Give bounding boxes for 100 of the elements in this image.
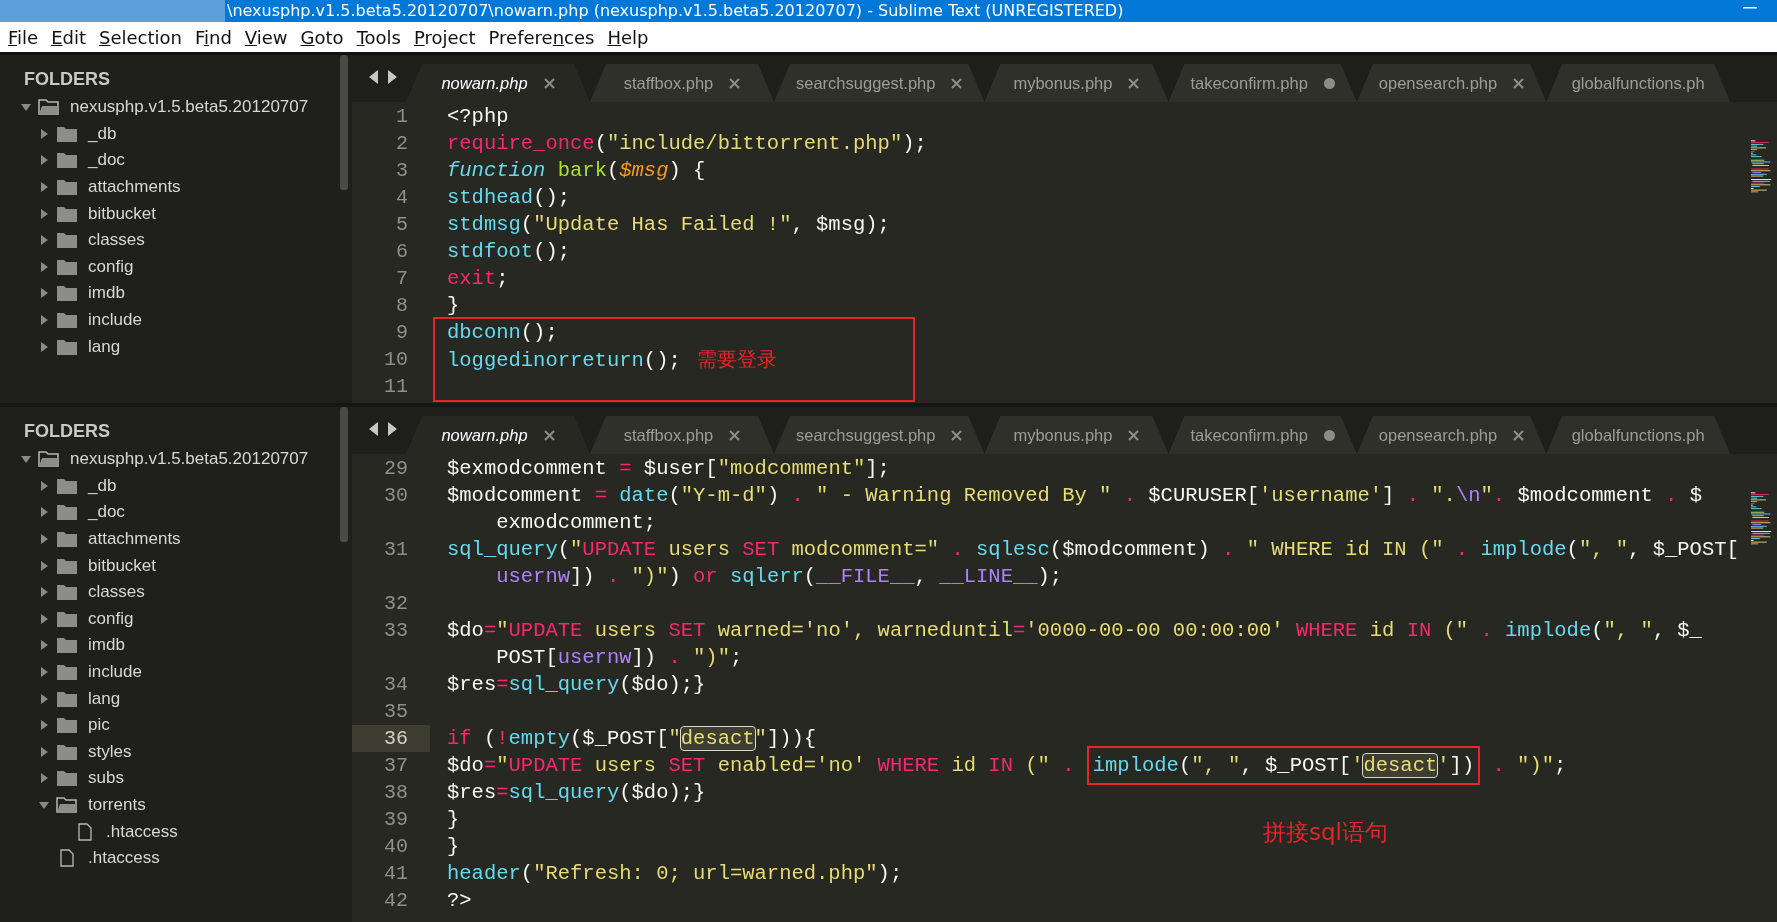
line-number: 39 bbox=[383, 807, 409, 833]
annotation-box: implode(", ", $_POST['desact']) bbox=[1086, 746, 1481, 785]
tab[interactable]: nowarn.php bbox=[406, 416, 590, 454]
menu-item[interactable]: Preferences bbox=[482, 26, 601, 48]
line-number: 29 bbox=[383, 456, 409, 482]
tree-item[interactable]: _db bbox=[88, 475, 117, 496]
code-line: $modcomment = date("Y-m-d") . " - Warning Removed By " . $CURUSER['username'] . ".\n". $modcomment . $ bbox=[447, 483, 1702, 509]
code-line: if (!empty($_POST["desact"])){ bbox=[447, 726, 817, 752]
menu-item[interactable]: View bbox=[238, 26, 294, 48]
line-number: 1 bbox=[395, 104, 409, 130]
tree-item[interactable]: bitbucket bbox=[88, 203, 157, 224]
menu-item[interactable]: Selection bbox=[93, 26, 188, 48]
line-number: 11 bbox=[383, 374, 409, 400]
code-line: stdhead(); bbox=[447, 185, 571, 211]
code-line: sql_query("UPDATE users SET modcomment=" . sqlesc($modcomment) . " WHERE id IN (" . implode(", ", $_POST[ bbox=[447, 537, 1739, 563]
tab[interactable]: staffbox.php bbox=[590, 416, 774, 454]
line-number: 41 bbox=[383, 861, 409, 887]
tree-item[interactable]: .htaccess bbox=[106, 821, 178, 842]
tab[interactable]: searchsuggest.php bbox=[774, 64, 985, 102]
line-number: 2 bbox=[395, 131, 409, 157]
line-number: 42 bbox=[383, 888, 409, 914]
tree-item[interactable]: classes bbox=[88, 230, 145, 251]
tree-item[interactable]: subs bbox=[88, 768, 124, 789]
line-number: 32 bbox=[383, 591, 409, 617]
tree-item[interactable]: attachments bbox=[88, 177, 181, 198]
tree-item[interactable]: include bbox=[88, 662, 142, 683]
tab[interactable]: opensearch.php bbox=[1356, 416, 1547, 454]
code-line: function bark($msg) { bbox=[447, 158, 706, 184]
menu-item[interactable]: Tools bbox=[350, 26, 407, 48]
tree-item[interactable]: imdb bbox=[88, 283, 125, 304]
line-number: 33 bbox=[383, 618, 409, 644]
code-line: ?> bbox=[447, 888, 472, 914]
tab[interactable]: globalfunctions.ph bbox=[1546, 64, 1731, 102]
tree-item[interactable]: .htaccess bbox=[88, 848, 160, 869]
tab[interactable]: takeconfirm.php bbox=[1168, 416, 1357, 454]
menu-item[interactable]: Goto bbox=[294, 26, 350, 48]
menu-item[interactable]: Help bbox=[601, 26, 655, 48]
tree-item[interactable]: _db bbox=[88, 123, 117, 144]
tab[interactable]: takeconfirm.php bbox=[1168, 64, 1357, 102]
line-number: 30 bbox=[383, 483, 409, 509]
tab[interactable]: mybonus.php bbox=[984, 64, 1169, 102]
tab[interactable]: nowarn.php bbox=[406, 64, 590, 102]
line-number: 35 bbox=[383, 699, 409, 725]
tree-item[interactable]: classes bbox=[88, 582, 145, 603]
code-line: exit; bbox=[447, 266, 509, 292]
tab[interactable]: searchsuggest.php bbox=[774, 416, 985, 454]
annotation-note: 拼接sql语句 bbox=[1263, 818, 1388, 847]
code-line: } bbox=[447, 834, 460, 860]
line-number: 4 bbox=[395, 185, 409, 211]
line-number: 5 bbox=[395, 212, 409, 238]
tree-item[interactable]: config bbox=[88, 608, 134, 629]
annotation-note: 需要登录 bbox=[697, 347, 778, 371]
line-number: 10 bbox=[383, 347, 409, 373]
sidebar-heading: FOLDERS bbox=[23, 420, 111, 443]
tree-item[interactable]: attachments bbox=[88, 529, 181, 550]
tab[interactable]: globalfunctions.ph bbox=[1546, 416, 1731, 454]
line-number: 34 bbox=[383, 672, 409, 698]
tree-item[interactable]: _doc bbox=[88, 150, 125, 171]
code-line: $res=sql_query($do);} bbox=[447, 672, 706, 698]
code-line: loggedinorreturn(); 需要登录 bbox=[447, 346, 778, 373]
tree-item[interactable]: include bbox=[88, 310, 142, 331]
menu-item[interactable]: Find bbox=[188, 26, 238, 48]
code-line: $exmodcomment = $user["modcomment"]; bbox=[447, 456, 890, 482]
tree-item[interactable]: config bbox=[88, 256, 134, 277]
line-number: 38 bbox=[383, 780, 409, 806]
code-line: dbconn(); bbox=[447, 320, 558, 346]
code-line: stdmsg("Update Has Failed !", $msg); bbox=[447, 212, 890, 238]
menu-item[interactable]: Edit bbox=[45, 26, 92, 48]
tree-item[interactable]: bitbucket bbox=[88, 555, 157, 576]
code-line: } bbox=[447, 293, 460, 319]
tab[interactable]: opensearch.php bbox=[1356, 64, 1547, 102]
code-line: $do="UPDATE users SET warned='no', warneduntil='0000-00-00 00:00:00' WHERE id IN (" . implode(", ", $_ bbox=[447, 618, 1702, 644]
line-number: 37 bbox=[383, 753, 409, 779]
menu-item[interactable]: File bbox=[2, 26, 45, 48]
tab[interactable]: mybonus.php bbox=[984, 416, 1169, 454]
tree-item[interactable]: nexusphp.v1.5.beta5.20120707 bbox=[70, 97, 309, 118]
code-line: exmodcomment; bbox=[495, 510, 657, 536]
line-number: 40 bbox=[383, 834, 409, 860]
line-number: 9 bbox=[395, 320, 409, 346]
tree-item[interactable]: torrents bbox=[88, 795, 146, 815]
window-title: \nexusphp.v1.5.beta5.20120707\nowarn.php (nexusphp.v1.5.beta5.20120707) - Sublime Text (UNREGISTERED) bbox=[226, 0, 1124, 22]
tree-item[interactable]: pic bbox=[88, 715, 110, 736]
menu-item[interactable]: Project bbox=[407, 26, 482, 48]
code-line: stdfoot(); bbox=[447, 239, 571, 265]
line-number: 7 bbox=[395, 266, 409, 292]
line-number: 6 bbox=[395, 239, 409, 265]
code-line: <?php bbox=[447, 104, 509, 130]
code-line: header("Refresh: 0; url=warned.php"); bbox=[447, 861, 903, 887]
code-line: require_once("include/bittorrent.php"); bbox=[447, 131, 927, 157]
line-number: 8 bbox=[395, 293, 409, 319]
tree-item[interactable]: styles bbox=[88, 741, 132, 762]
tree-item[interactable]: nexusphp.v1.5.beta5.20120707 bbox=[70, 449, 309, 470]
tree-item[interactable]: imdb bbox=[88, 635, 125, 656]
code-line: $res=sql_query($do);} bbox=[447, 780, 706, 806]
tree-item[interactable]: lang bbox=[88, 688, 121, 709]
line-number: 3 bbox=[395, 158, 409, 184]
sidebar-heading: FOLDERS bbox=[23, 68, 111, 91]
tab[interactable]: staffbox.php bbox=[590, 64, 774, 102]
tree-item[interactable]: _doc bbox=[88, 502, 125, 523]
tree-item[interactable]: lang bbox=[88, 336, 121, 357]
